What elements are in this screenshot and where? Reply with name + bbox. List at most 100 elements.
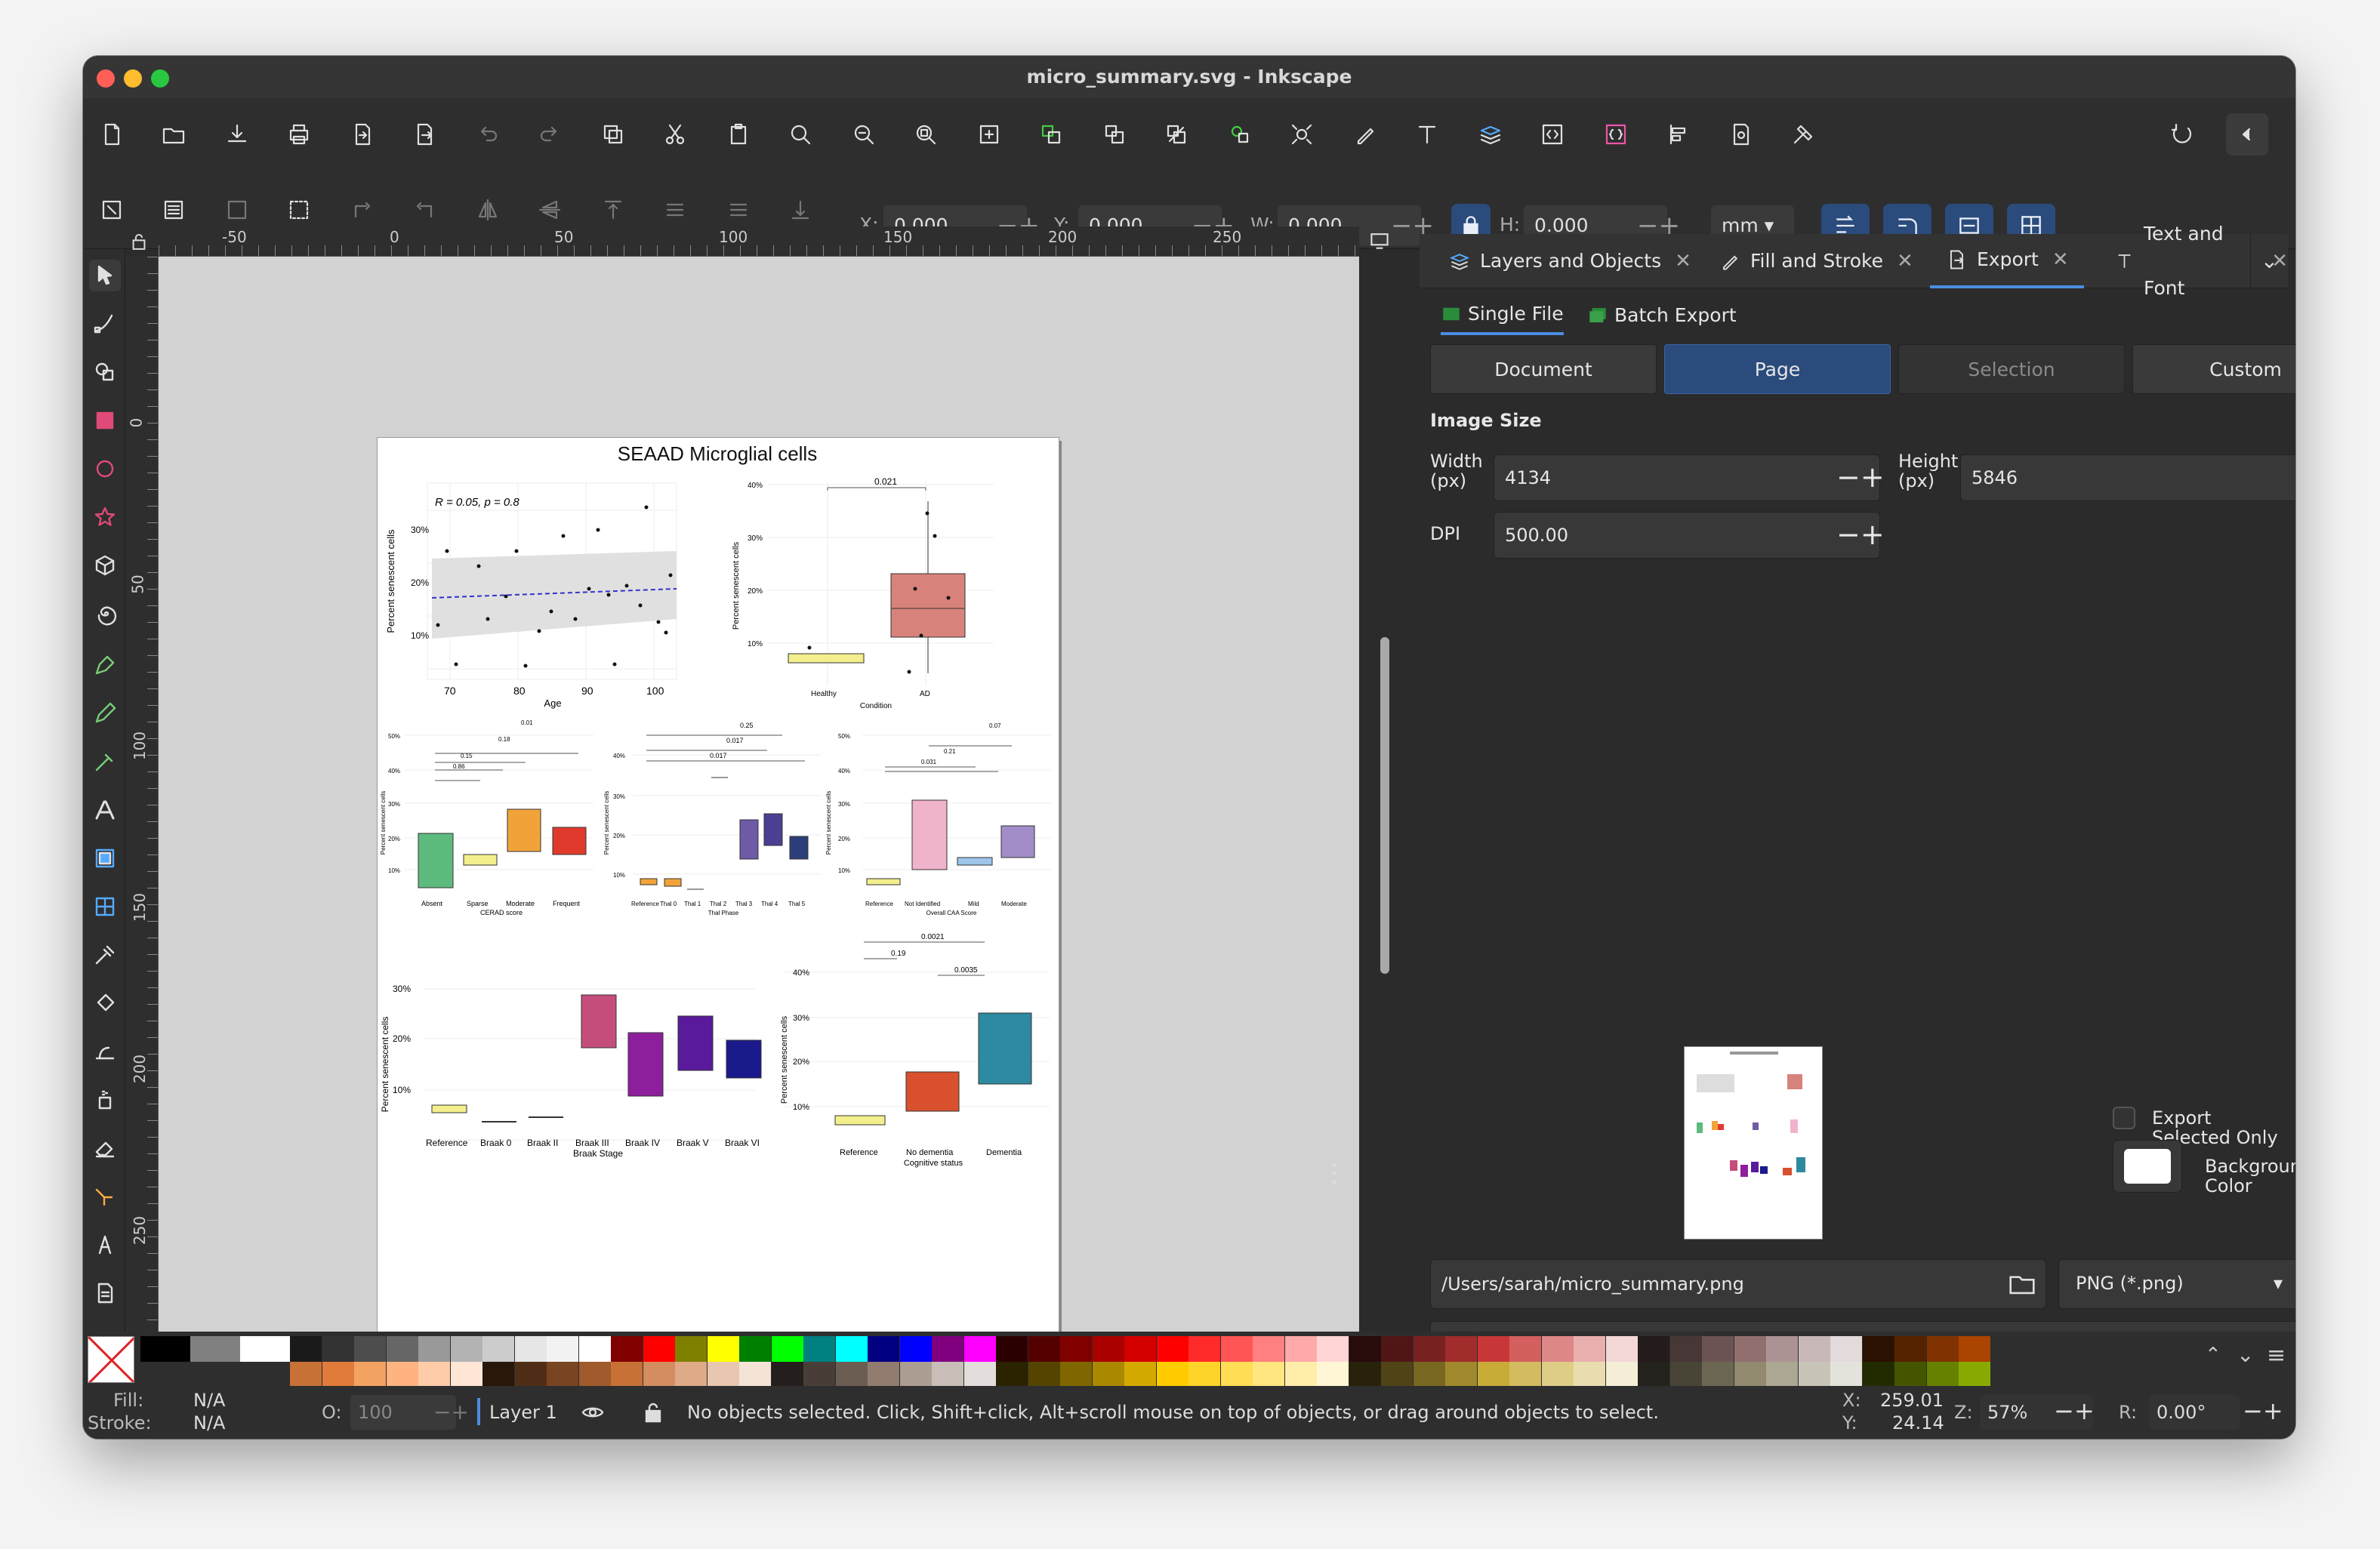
pen-tool-icon[interactable] (89, 649, 121, 681)
color-swatch[interactable] (1156, 1362, 1188, 1387)
rotate-stepper[interactable]: −+ (2243, 1399, 2283, 1423)
color-swatch[interactable] (932, 1336, 963, 1362)
align-distribute-icon[interactable] (1657, 113, 1699, 156)
color-swatch[interactable] (418, 1362, 450, 1387)
color-swatch[interactable] (1477, 1362, 1509, 1387)
color-swatch[interactable] (1220, 1362, 1253, 1387)
color-swatch[interactable] (290, 1362, 322, 1387)
fill-stroke-icon[interactable] (1344, 113, 1386, 156)
area-selection-button[interactable]: Selection (1898, 344, 2125, 394)
tab-batch-export[interactable]: Batch Export (1587, 296, 1737, 335)
color-swatch[interactable] (386, 1336, 418, 1362)
calligraphy-tool-icon[interactable] (89, 746, 121, 778)
copy-icon[interactable] (592, 113, 634, 156)
color-swatch[interactable] (932, 1362, 963, 1387)
current-layer[interactable]: Layer 1 (489, 1401, 557, 1424)
minimize-window-button[interactable] (124, 69, 142, 88)
tab-fill-stroke[interactable]: Fill and Stroke ✕ (1719, 234, 1913, 288)
mesh-tool-icon[interactable] (89, 891, 121, 922)
color-swatch[interactable] (675, 1336, 707, 1362)
color-swatch[interactable] (739, 1362, 771, 1387)
color-swatch[interactable] (547, 1336, 578, 1362)
import-icon[interactable] (341, 113, 384, 156)
paste-icon[interactable] (717, 113, 760, 156)
color-swatch[interactable] (1156, 1336, 1188, 1362)
color-swatch[interactable] (1894, 1362, 1926, 1387)
canvas-display-icon[interactable] (1368, 229, 1391, 252)
box3d-tool-icon[interactable] (89, 550, 121, 581)
color-swatch[interactable] (1638, 1336, 1669, 1362)
color-swatch[interactable] (963, 1336, 996, 1362)
document-page[interactable]: SEAAD Microglial cells R = 0.05, p = 0.8… (378, 438, 1059, 1354)
xml-editor-icon[interactable] (1531, 113, 1574, 156)
vertical-scrollbar[interactable] (1380, 637, 1389, 974)
color-swatch[interactable] (835, 1336, 868, 1362)
color-swatch[interactable] (1413, 1336, 1445, 1362)
eraser-tool-icon[interactable] (89, 1132, 121, 1164)
undo-icon[interactable] (467, 113, 509, 156)
background-color-button[interactable] (2113, 1140, 2182, 1193)
color-swatch[interactable] (1959, 1336, 1990, 1362)
close-window-button[interactable] (97, 69, 115, 88)
export-selected-only-checkbox[interactable] (2113, 1107, 2135, 1129)
select-same-icon[interactable] (216, 189, 258, 231)
no-paint-swatch[interactable] (88, 1336, 134, 1383)
color-swatch[interactable] (1188, 1336, 1220, 1362)
tabs-overflow-icon[interactable]: ⌄ (2250, 234, 2288, 288)
duplicate-icon[interactable] (1030, 113, 1072, 156)
close-tab-icon[interactable]: ✕ (1897, 234, 1913, 288)
color-swatch[interactable] (450, 1336, 482, 1362)
text-tool-icon[interactable] (1406, 113, 1448, 156)
color-swatch[interactable] (996, 1336, 1028, 1362)
color-swatch[interactable] (1669, 1336, 1702, 1362)
color-swatch[interactable] (190, 1336, 240, 1362)
zoom-window-button[interactable] (151, 69, 169, 88)
area-document-button[interactable]: Document (1430, 344, 1657, 394)
cut-icon[interactable] (654, 113, 696, 156)
color-swatch[interactable] (514, 1362, 547, 1387)
area-custom-button[interactable]: Custom (2132, 344, 2295, 394)
group-icon[interactable] (1219, 113, 1261, 156)
color-swatch[interactable] (643, 1336, 675, 1362)
zoom-stepper[interactable]: −+ (2054, 1399, 2095, 1423)
snap-toggle-icon[interactable] (2161, 113, 2203, 156)
flip-vertical-icon[interactable] (529, 189, 571, 231)
zoom-drawing-icon[interactable] (843, 113, 885, 156)
format-select[interactable]: PNG (*.png) ▾ (2058, 1259, 2295, 1309)
save-icon[interactable] (216, 113, 258, 156)
select-all-layers-icon[interactable] (153, 189, 195, 231)
zoom-page-icon[interactable] (905, 113, 947, 156)
deselect-icon[interactable] (278, 189, 320, 231)
color-swatch[interactable] (1381, 1336, 1413, 1362)
color-swatch[interactable] (899, 1362, 932, 1387)
spray-tool-icon[interactable] (89, 1084, 121, 1116)
color-swatch[interactable] (240, 1336, 290, 1362)
color-swatch[interactable] (675, 1362, 707, 1387)
flip-horizontal-icon[interactable] (467, 189, 509, 231)
raise-icon[interactable] (654, 189, 696, 231)
connector-tool-icon[interactable] (89, 1181, 121, 1212)
color-swatch[interactable] (771, 1362, 803, 1387)
preferences-icon[interactable] (1782, 113, 1824, 156)
pencil-tool-icon[interactable] (89, 698, 121, 729)
palette-scroll-up-icon[interactable]: ⌃ (2205, 1344, 2221, 1366)
width-stepper[interactable]: −+ (1836, 454, 1885, 500)
color-swatch[interactable] (354, 1336, 386, 1362)
color-swatch[interactable] (1509, 1362, 1541, 1387)
ellipse-tool-icon[interactable] (89, 453, 121, 485)
color-swatch[interactable] (418, 1336, 450, 1362)
color-swatch[interactable] (1028, 1336, 1060, 1362)
select-all-icon[interactable] (91, 189, 133, 231)
width-input[interactable]: 4134 (1494, 454, 1880, 501)
tab-layers-objects[interactable]: Layers and Objects ✕ (1448, 234, 1691, 288)
open-folder-icon[interactable] (153, 113, 195, 156)
close-tab-icon[interactable]: ✕ (1675, 234, 1691, 288)
color-swatch[interactable] (963, 1362, 996, 1387)
color-swatch[interactable] (1284, 1336, 1317, 1362)
color-swatch[interactable] (1605, 1362, 1638, 1387)
document-properties-icon[interactable] (1720, 113, 1762, 156)
color-swatch[interactable] (707, 1362, 739, 1387)
color-swatch[interactable] (996, 1362, 1028, 1387)
color-swatch[interactable] (803, 1362, 835, 1387)
color-swatch[interactable] (1509, 1336, 1541, 1362)
